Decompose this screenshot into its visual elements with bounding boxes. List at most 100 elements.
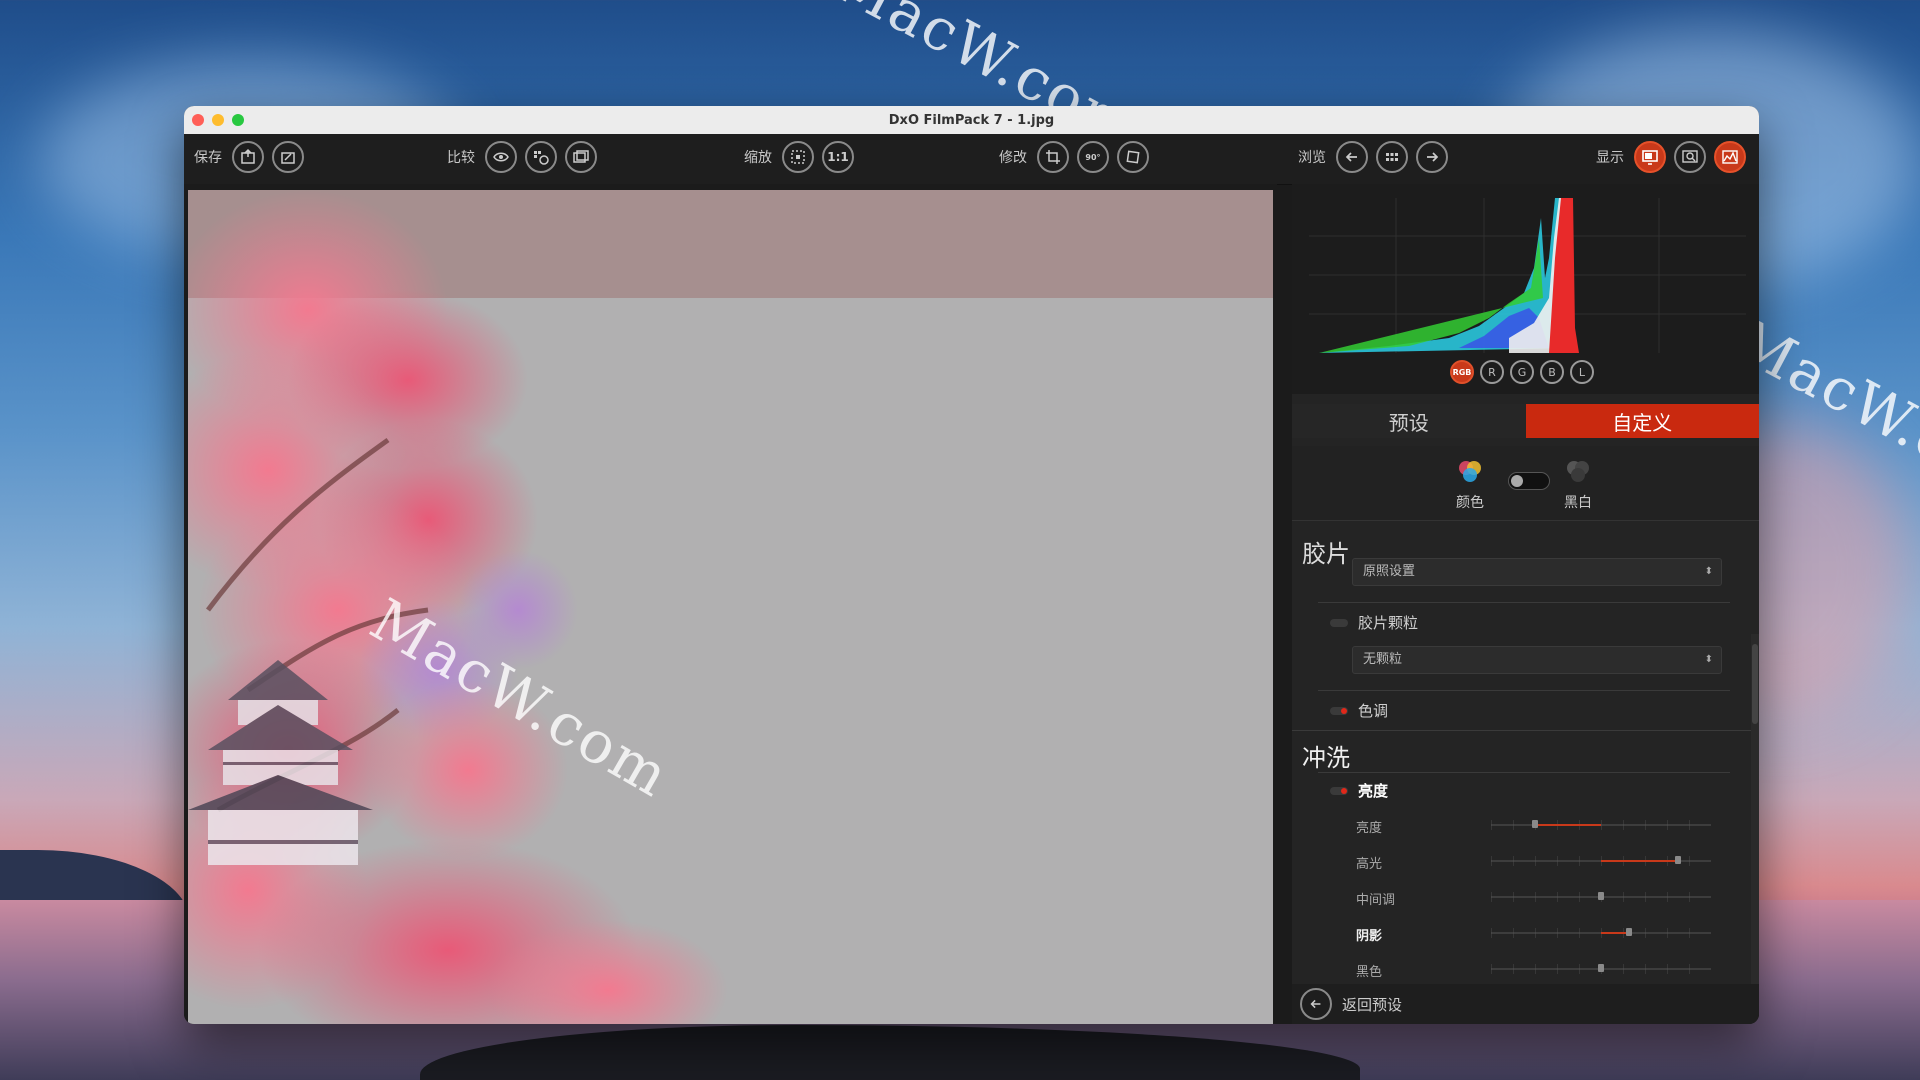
channel-b-button[interactable]: B	[1540, 360, 1564, 384]
app-window: DxO FilmPack 7 - 1.jpg 保存 比较 缩放 1:1 修改 9…	[184, 106, 1759, 1024]
slider-row[interactable]: 高光	[1356, 850, 1736, 872]
color-mode-option[interactable]: 颜色	[1440, 456, 1500, 512]
display-label: 显示	[1596, 150, 1624, 166]
export-image-icon	[241, 148, 255, 164]
slider-track[interactable]	[1491, 820, 1711, 830]
histogram-panel: RGB R G B L	[1292, 184, 1759, 394]
zoom-window-button[interactable]	[232, 114, 244, 126]
slider-row[interactable]: 黑色	[1356, 958, 1736, 980]
channel-g-button[interactable]: G	[1510, 360, 1534, 384]
eye-icon	[493, 152, 509, 162]
tone-label: 色调	[1358, 702, 1389, 720]
zoom-100-button[interactable]: 1:1	[822, 141, 854, 173]
slider-label: 阴影	[1356, 929, 1383, 944]
slider-label: 中间调	[1356, 893, 1396, 908]
film-grain-header[interactable]: 胶片颗粒	[1330, 612, 1418, 633]
film-type-select[interactable]: 原照设置 ⬍	[1352, 558, 1722, 586]
slider-row[interactable]: 阴影	[1356, 922, 1736, 944]
compare-label: 比较	[447, 150, 475, 166]
histogram-channel-selector: RGB R G B L	[1450, 360, 1594, 384]
channel-r-button[interactable]: R	[1480, 360, 1504, 384]
slider-knob[interactable]	[1598, 964, 1604, 972]
slider-label: 高光	[1356, 857, 1383, 872]
color-mode-switch: 颜色 黑白	[1292, 446, 1759, 521]
histogram-chart	[1309, 198, 1746, 353]
select-arrows-icon: ⬍	[1704, 566, 1713, 577]
next-image-button[interactable]	[1416, 141, 1448, 173]
color-mode-label: 颜色	[1456, 495, 1484, 511]
compare-preview-button[interactable]	[485, 141, 517, 173]
slider-track[interactable]	[1491, 928, 1711, 938]
grid-clock-icon	[534, 151, 549, 165]
slider-fill	[1601, 860, 1678, 862]
display-loupe-button[interactable]	[1674, 141, 1706, 173]
zoom-fit-button[interactable]	[782, 141, 814, 173]
back-button[interactable]	[1300, 988, 1332, 1020]
browse-label: 浏览	[1298, 150, 1326, 166]
slider-label: 亮度	[1356, 821, 1383, 836]
previous-image-button[interactable]	[1336, 141, 1368, 173]
panel-scrollbar[interactable]	[1751, 634, 1759, 989]
export-edit-button[interactable]	[272, 141, 304, 173]
slider-row[interactable]: 亮度	[1356, 814, 1736, 836]
tab-presets[interactable]: 预设	[1292, 404, 1526, 438]
slider-fill	[1601, 932, 1629, 934]
rotate-button[interactable]: 90°	[1077, 141, 1109, 173]
crop-icon	[1046, 150, 1060, 164]
color-bw-toggle[interactable]	[1508, 472, 1550, 490]
tone-toggle[interactable]	[1330, 706, 1348, 715]
edit-export-icon	[281, 152, 295, 164]
grid-icon	[1386, 153, 1398, 161]
slider-knob[interactable]	[1532, 820, 1538, 828]
straighten-button[interactable]	[1117, 141, 1149, 173]
images-icon	[573, 150, 589, 163]
arrow-left-icon	[1310, 999, 1321, 1009]
tab-custom[interactable]: 自定义	[1525, 404, 1759, 438]
channel-l-button[interactable]: L	[1570, 360, 1594, 384]
slider-knob[interactable]	[1625, 928, 1632, 936]
slider-row[interactable]: 中间调	[1356, 886, 1736, 908]
image-viewer[interactable]: MacW.com	[184, 184, 1277, 1024]
slider-knob[interactable]	[1598, 892, 1604, 900]
cherry-blossom-artwork	[188, 190, 728, 1024]
slider-track[interactable]	[1491, 856, 1711, 866]
window-title: DxO FilmPack 7 - 1.jpg	[888, 112, 1055, 128]
minimize-window-button[interactable]	[212, 114, 224, 126]
bw-mode-label: 黑白	[1564, 495, 1592, 511]
slider-track[interactable]	[1491, 964, 1711, 974]
develop-section-title: 冲洗	[1302, 744, 1350, 772]
brightness-group-toggle[interactable]	[1330, 786, 1348, 795]
film-grain-label: 胶片颗粒	[1358, 614, 1419, 632]
edit-label: 修改	[999, 150, 1027, 166]
export-image-button[interactable]	[232, 141, 264, 173]
film-grain-toggle[interactable]	[1330, 618, 1348, 627]
film-type-value: 原照设置	[1363, 564, 1416, 579]
brightness-group-label: 亮度	[1358, 782, 1389, 800]
magnifier-icon	[1682, 150, 1698, 163]
grain-type-value: 无颗粒	[1363, 652, 1403, 667]
slider-label: 黑色	[1356, 965, 1383, 980]
back-to-presets-label: 返回预设	[1342, 995, 1403, 1014]
title-bar[interactable]: DxO FilmPack 7 - 1.jpg	[184, 106, 1759, 134]
adjustment-panel: RGB R G B L 预设 自定义 颜色 黑白 胶片 原照设置 ⬍ 胶片颗粒 …	[1292, 184, 1759, 1024]
slider-knob[interactable]	[1675, 856, 1681, 864]
compare-grid-button[interactable]	[525, 141, 557, 173]
display-fullscreen-button[interactable]	[1634, 141, 1666, 173]
brightness-group-header[interactable]: 亮度	[1330, 780, 1388, 801]
close-window-button[interactable]	[192, 114, 204, 126]
zoom-label: 缩放	[744, 150, 772, 166]
grain-type-select[interactable]: 无颗粒 ⬍	[1352, 646, 1722, 674]
crop-button[interactable]	[1037, 141, 1069, 173]
browser-grid-button[interactable]	[1376, 141, 1408, 173]
color-wheel-icon	[1459, 461, 1481, 482]
select-arrows-icon: ⬍	[1704, 654, 1713, 665]
bw-mode-option[interactable]: 黑白	[1548, 456, 1608, 512]
tone-header[interactable]: 色调	[1330, 700, 1388, 721]
back-to-presets[interactable]: 返回预设	[1292, 984, 1759, 1024]
slider-track[interactable]	[1491, 892, 1711, 902]
arrow-left-icon	[1345, 152, 1357, 162]
display-histogram-button[interactable]	[1714, 141, 1746, 173]
photo-preview[interactable]	[188, 190, 1273, 1024]
compare-side-button[interactable]	[565, 141, 597, 173]
channel-rgb-button[interactable]: RGB	[1450, 360, 1474, 384]
